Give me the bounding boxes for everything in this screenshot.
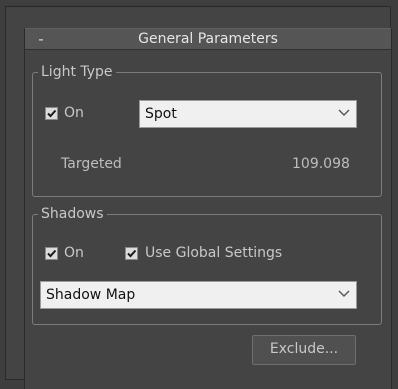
chevron-down-icon	[338, 109, 350, 116]
light-type-value: Spot	[145, 106, 177, 122]
shadows-group: Shadows On Use Global Settings Shadow Ma…	[32, 205, 382, 325]
shadows-on-checkbox[interactable]	[45, 247, 58, 260]
light-type-dropdown[interactable]: Spot	[139, 100, 357, 128]
light-type-group-title: Light Type	[38, 63, 116, 81]
use-global-settings-label: Use Global Settings	[145, 245, 283, 261]
light-type-group: Light Type On Spot Targeted 109.098	[32, 63, 382, 197]
checkmark-icon	[47, 109, 57, 118]
targeted-label: Targeted	[61, 156, 122, 172]
shadow-type-value: Shadow Map	[46, 287, 136, 303]
light-on-label: On	[64, 105, 84, 121]
target-distance-value: 109.098	[292, 156, 350, 172]
exclude-button[interactable]: Exclude...	[252, 335, 356, 365]
use-global-settings-checkbox[interactable]	[125, 247, 138, 260]
shadows-on-label: On	[64, 245, 84, 261]
shadow-type-dropdown[interactable]: Shadow Map	[40, 281, 357, 309]
checkmark-icon	[127, 249, 137, 258]
shadows-group-title: Shadows	[38, 205, 107, 223]
rollout-title: General Parameters	[138, 31, 278, 47]
light-on-checkbox[interactable]	[45, 107, 58, 120]
rollout-header[interactable]: - General Parameters	[25, 28, 391, 50]
chevron-down-icon	[338, 290, 350, 297]
general-parameters-rollout: - General Parameters Light Type On Spot …	[24, 28, 392, 389]
checkmark-icon	[47, 249, 57, 258]
